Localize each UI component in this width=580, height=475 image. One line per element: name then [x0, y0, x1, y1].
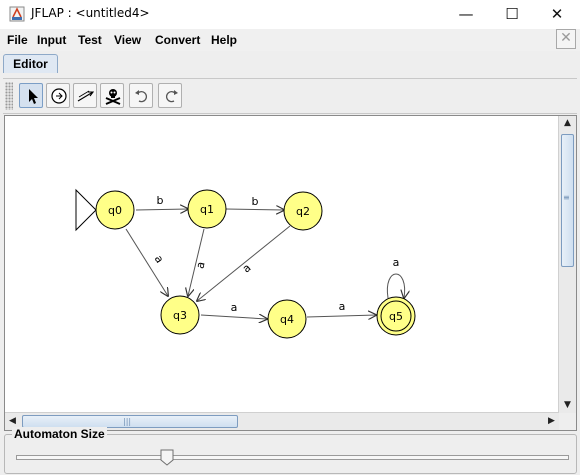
transition-label: a — [339, 300, 346, 313]
transition-label: b — [157, 194, 164, 207]
tab-editor[interactable]: Editor — [3, 54, 58, 74]
state-label: q1 — [200, 203, 214, 216]
vertical-scroll-thumb[interactable]: ≡ — [561, 134, 574, 267]
state-circle-icon — [51, 88, 67, 104]
transition-label: a — [193, 260, 207, 270]
transition-q2-q3[interactable]: a — [197, 225, 291, 301]
menu-test[interactable]: Test — [78, 33, 102, 47]
automaton-size-slider-knob[interactable] — [160, 449, 174, 466]
attribute-editor-tool[interactable] — [19, 83, 43, 108]
state-q5-final[interactable]: q5 — [376, 296, 416, 336]
title-bar: JFLAP : <untitled4> — ☐ ✕ — [0, 0, 580, 29]
menu-input[interactable]: Input — [37, 33, 66, 47]
redo-icon — [165, 90, 178, 103]
pointer-arrow-icon — [29, 89, 38, 104]
close-window-button[interactable]: ✕ — [534, 0, 580, 29]
state-creator-tool[interactable] — [46, 83, 70, 108]
transition-creator-tool[interactable] — [73, 83, 97, 108]
redo-button[interactable] — [158, 83, 182, 108]
automaton-size-group: Automaton Size — [4, 427, 577, 474]
automaton-canvas[interactable]: b b a a a a a a q0 q1 q2 q3 q4 q5 — [5, 116, 559, 413]
close-document-button[interactable]: ✕ — [556, 29, 576, 49]
menu-file[interactable]: File — [7, 33, 28, 47]
maximize-button[interactable]: ☐ — [489, 0, 535, 29]
transition-q1-q2[interactable]: b — [225, 195, 284, 210]
tab-strip: Editor — [0, 51, 580, 74]
undo-icon — [135, 90, 148, 103]
scroll-up-arrow[interactable]: ▲ — [560, 116, 575, 131]
state-label: q2 — [296, 205, 310, 218]
menu-convert[interactable]: Convert — [155, 33, 200, 47]
transition-label: b — [252, 195, 259, 208]
initial-state-marker — [75, 188, 97, 232]
menu-bar: File Input Test View Convert Help — [0, 29, 580, 51]
state-q4[interactable]: q4 — [267, 299, 307, 339]
automaton-size-label: Automaton Size — [12, 427, 107, 441]
state-q1[interactable]: q1 — [187, 189, 227, 229]
transition-label: a — [393, 256, 400, 269]
state-label: q4 — [280, 313, 294, 326]
transition-label: a — [231, 301, 238, 314]
automaton-size-track[interactable] — [16, 455, 569, 460]
skull-crossbones-icon — [105, 89, 121, 105]
state-label: q0 — [108, 204, 122, 217]
transition-q0-q3[interactable]: a — [125, 228, 168, 296]
state-q0[interactable]: q0 — [95, 190, 135, 230]
transition-q3-q4[interactable]: a — [200, 301, 267, 319]
menu-help[interactable]: Help — [211, 33, 237, 47]
state-label: q5 — [389, 310, 403, 323]
vertical-scrollbar[interactable]: ▲ ≡ ▼ — [558, 116, 576, 413]
menu-view[interactable]: View — [114, 33, 141, 47]
state-q2[interactable]: q2 — [283, 191, 323, 231]
scroll-right-arrow[interactable]: ▶ — [544, 414, 559, 429]
state-q3[interactable]: q3 — [160, 295, 200, 335]
deleter-tool[interactable] — [100, 83, 124, 108]
scroll-corner — [559, 413, 576, 430]
transition-q4-q5[interactable]: a — [306, 300, 376, 317]
state-label: q3 — [173, 309, 187, 322]
jflap-icon — [9, 6, 25, 22]
editor-panel: b b a a a a a a q0 q1 q2 q3 q4 q5 ▲ ≡ ▼ … — [0, 73, 580, 475]
undo-button[interactable] — [129, 83, 153, 108]
editor-toolbar — [3, 78, 577, 114]
thumb-grip: ≡ — [563, 193, 570, 202]
transition-q1-q3[interactable]: a — [188, 228, 208, 296]
minimize-button[interactable]: — — [443, 0, 489, 29]
toolbar-grip[interactable] — [5, 82, 13, 110]
transition-q0-q1[interactable]: b — [135, 194, 188, 210]
transition-label: a — [240, 261, 254, 275]
automaton-editor-area: b b a a a a a a q0 q1 q2 q3 q4 q5 ▲ ≡ ▼ … — [4, 115, 577, 431]
transition-label: a — [152, 253, 167, 266]
window-title: JFLAP : <untitled4> — [31, 6, 150, 20]
transition-arrow-icon — [77, 90, 95, 102]
thumb-grip: ||| — [123, 417, 132, 426]
transition-q5-q5[interactable]: a — [386, 256, 404, 298]
scroll-down-arrow[interactable]: ▼ — [560, 398, 575, 413]
